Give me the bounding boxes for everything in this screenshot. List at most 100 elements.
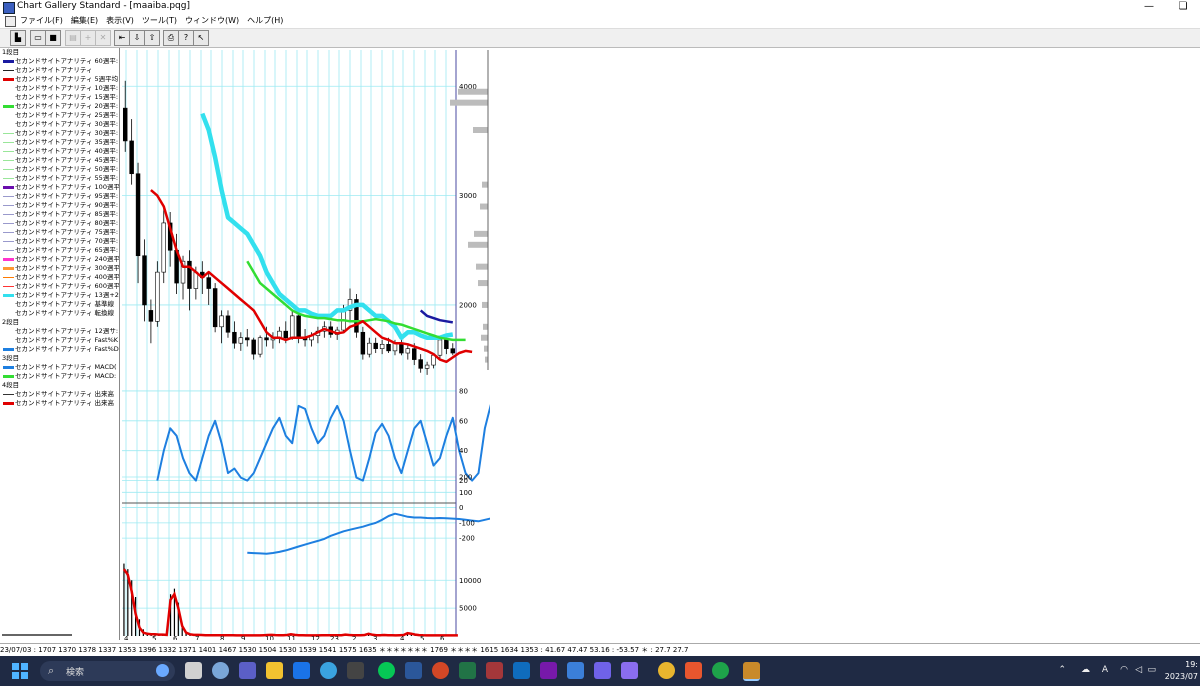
word-icon[interactable] [405, 662, 422, 679]
menu-edit[interactable]: 編集(E) [71, 15, 98, 26]
candle-body [206, 277, 211, 289]
legend-panel1-item[interactable]: セカンドサイトアナリティ 90週平: [0, 201, 119, 210]
app-icon-b[interactable] [594, 662, 611, 679]
open-folder-icon[interactable]: ▭ [30, 30, 46, 46]
legend-panel1-item[interactable]: セカンドサイトアナリティ 30週平: [0, 120, 119, 129]
task-view-icon[interactable] [185, 662, 202, 679]
print-icon[interactable]: ⎙ [163, 30, 179, 46]
legend-panel1-item[interactable]: セカンドサイトアナリティ 60週平: [0, 57, 119, 66]
legend-panel1-item[interactable]: セカンドサイトアナリティ 転換線 [0, 309, 119, 318]
line-icon[interactable] [378, 662, 395, 679]
legend-panel1-item[interactable]: セカンドサイトアナリティ 600週平 [0, 282, 119, 291]
legend-panel1-item[interactable]: セカンドサイトアナリティ 20週平: [0, 102, 119, 111]
browser-icon[interactable] [320, 662, 337, 679]
legend-label: セカンドサイトアナリティ 5週平均 [15, 75, 119, 83]
minimize-button[interactable]: — [1132, 0, 1166, 14]
wifi-icon[interactable]: ◠ [1120, 665, 1128, 675]
legend-panel1-item[interactable]: セカンドサイトアナリティ 45週平: [0, 156, 119, 165]
plus-icon[interactable]: + [80, 30, 96, 46]
battery-icon[interactable]: ▭ [1147, 665, 1156, 675]
candle-body [238, 337, 244, 344]
chart-area[interactable]: 4000 3000 2000 80 60 40 20 200 100 0 -100 -200 10000… [120, 48, 506, 643]
legend-panel4-item[interactable]: セカンドサイトアナリティ 出来高 [0, 390, 119, 399]
legend-panel1-item[interactable]: セカンドサイトアナリティ 基準線 [0, 300, 119, 309]
scroll-left-icon[interactable]: ⇤ [114, 30, 130, 46]
legend-panel1-item[interactable]: セカンドサイトアナリティ [0, 66, 119, 75]
legend-panel1-item[interactable]: セカンドサイトアナリティ 40週平: [0, 147, 119, 156]
legend-label: セカンドサイトアナリティ 75週平: [15, 228, 119, 236]
clock[interactable]: 19: 2023/07 [1165, 659, 1198, 683]
legend-label: セカンドサイトアナリティ 35週平: [15, 138, 119, 146]
widgets-icon[interactable] [212, 662, 229, 679]
legend-panel1-item[interactable]: セカンドサイトアナリティ 300週平 [0, 264, 119, 273]
x-tick-label: 8 [220, 635, 224, 640]
file-explorer-icon[interactable] [266, 662, 283, 679]
help-icon[interactable]: ? [178, 30, 194, 46]
legend-panel1-item[interactable]: セカンドサイトアナリティ 15週平: [0, 93, 119, 102]
copilot-icon[interactable] [156, 664, 169, 677]
speaker-icon[interactable]: ◁ [1135, 665, 1142, 675]
legend-swatch [3, 277, 14, 278]
legend-panel3-item[interactable]: セカンドサイトアナリティ MACD( [0, 363, 119, 372]
legend-panel1-item[interactable]: セカンドサイトアナリティ 25週平: [0, 111, 119, 120]
menu-tools[interactable]: ツール(T) [142, 15, 177, 26]
save-icon[interactable]: ■ [45, 30, 61, 46]
legend-panel4-item[interactable]: セカンドサイトアナリティ 出来高 [0, 399, 119, 408]
app-icon-a[interactable] [567, 662, 584, 679]
windows-start-icon[interactable] [12, 663, 28, 679]
legend-panel1-item[interactable]: セカンドサイトアナリティ 85週平: [0, 210, 119, 219]
legend-scrollbar[interactable] [2, 634, 72, 636]
legend-panel1-item[interactable]: セカンドサイトアナリティ 10週平: [0, 84, 119, 93]
legend-panel3-item[interactable]: セカンドサイトアナリティ MACD: [0, 372, 119, 381]
context-help-icon[interactable]: ↖ [193, 30, 209, 46]
legend-panel1-item[interactable]: セカンドサイトアナリティ 95週平: [0, 192, 119, 201]
teams-icon[interactable] [239, 662, 256, 679]
legend-panel2-item[interactable]: セカンドサイトアナリティ Fast%K [0, 336, 119, 345]
candle-body [187, 260, 192, 289]
document-icon[interactable] [5, 16, 16, 27]
taskbar-search[interactable]: ⌕ 検索 [40, 661, 175, 681]
edge-icon[interactable] [293, 662, 310, 679]
onenote-icon[interactable] [540, 662, 557, 679]
chrome-icon[interactable] [658, 662, 675, 679]
cloud-icon[interactable]: ☁ [1081, 665, 1090, 675]
menu-view[interactable]: 表示(V) [106, 15, 134, 26]
chart-gallery-taskbar-icon[interactable] [743, 662, 760, 681]
legend-panel1-item[interactable]: セカンドサイトアナリティ 100週平 [0, 183, 119, 192]
brave-icon[interactable] [685, 662, 702, 679]
menu-file[interactable]: ファイル(F) [20, 15, 63, 26]
legend-panel1-item[interactable]: セカンドサイトアナリティ 400週平 [0, 273, 119, 282]
legend-panel1-item[interactable]: セカンドサイトアナリティ 30週平: [0, 129, 119, 138]
legend-panel1-item[interactable]: セカンドサイトアナリティ 50週平: [0, 165, 119, 174]
add-chart-icon[interactable]: ▤ [65, 30, 81, 46]
legend-panel1-item[interactable]: セカンドサイトアナリティ 70週平: [0, 237, 119, 246]
legend-panel2-item[interactable]: セカンドサイトアナリティ 12週サ: [0, 327, 119, 336]
legend-panel2-item[interactable]: セカンドサイトアナリティ Fast%D [0, 345, 119, 354]
price-profile-bar [482, 301, 488, 308]
close-icon[interactable]: ✕ [95, 30, 111, 46]
store-icon[interactable] [347, 662, 364, 679]
chevron-up-icon[interactable]: ⌃ [1058, 665, 1066, 675]
legend-panel1-item[interactable]: セカンドサイトアナリティ 5週平均 [0, 75, 119, 84]
legend-panel1-item[interactable]: セカンドサイトアナリティ 80週平: [0, 219, 119, 228]
candle-body [283, 330, 289, 339]
restore-button[interactable]: ❏ [1166, 0, 1200, 14]
powerpoint-icon[interactable] [432, 662, 449, 679]
menu-window[interactable]: ウィンドウ(W) [185, 15, 239, 26]
legend-panel1-item[interactable]: セカンドサイトアナリティ 13週+2 [0, 291, 119, 300]
scroll-down-icon[interactable]: ⇩ [129, 30, 145, 46]
outlook-icon[interactable] [513, 662, 530, 679]
legend-panel1-item[interactable]: セカンドサイトアナリティ 35週平: [0, 138, 119, 147]
legend-panel1-item[interactable]: セカンドサイトアナリティ 65週平: [0, 246, 119, 255]
menu-help[interactable]: ヘルプ(H) [247, 15, 283, 26]
excel-icon[interactable] [459, 662, 476, 679]
legend-panel1-item[interactable]: セカンドサイトアナリティ 55週平: [0, 174, 119, 183]
legend-panel1-item[interactable]: セカンドサイトアナリティ 75週平: [0, 228, 119, 237]
app-icon-d[interactable] [712, 662, 729, 679]
legend-panel1-item[interactable]: セカンドサイトアナリティ 240週平 [0, 255, 119, 264]
chart-type-icon[interactable]: ▙ [10, 30, 26, 46]
app-icon-c[interactable] [621, 662, 638, 679]
scroll-up-icon[interactable]: ⇧ [144, 30, 160, 46]
access-icon[interactable] [486, 662, 503, 679]
ime-indicator[interactable]: A [1102, 665, 1108, 675]
